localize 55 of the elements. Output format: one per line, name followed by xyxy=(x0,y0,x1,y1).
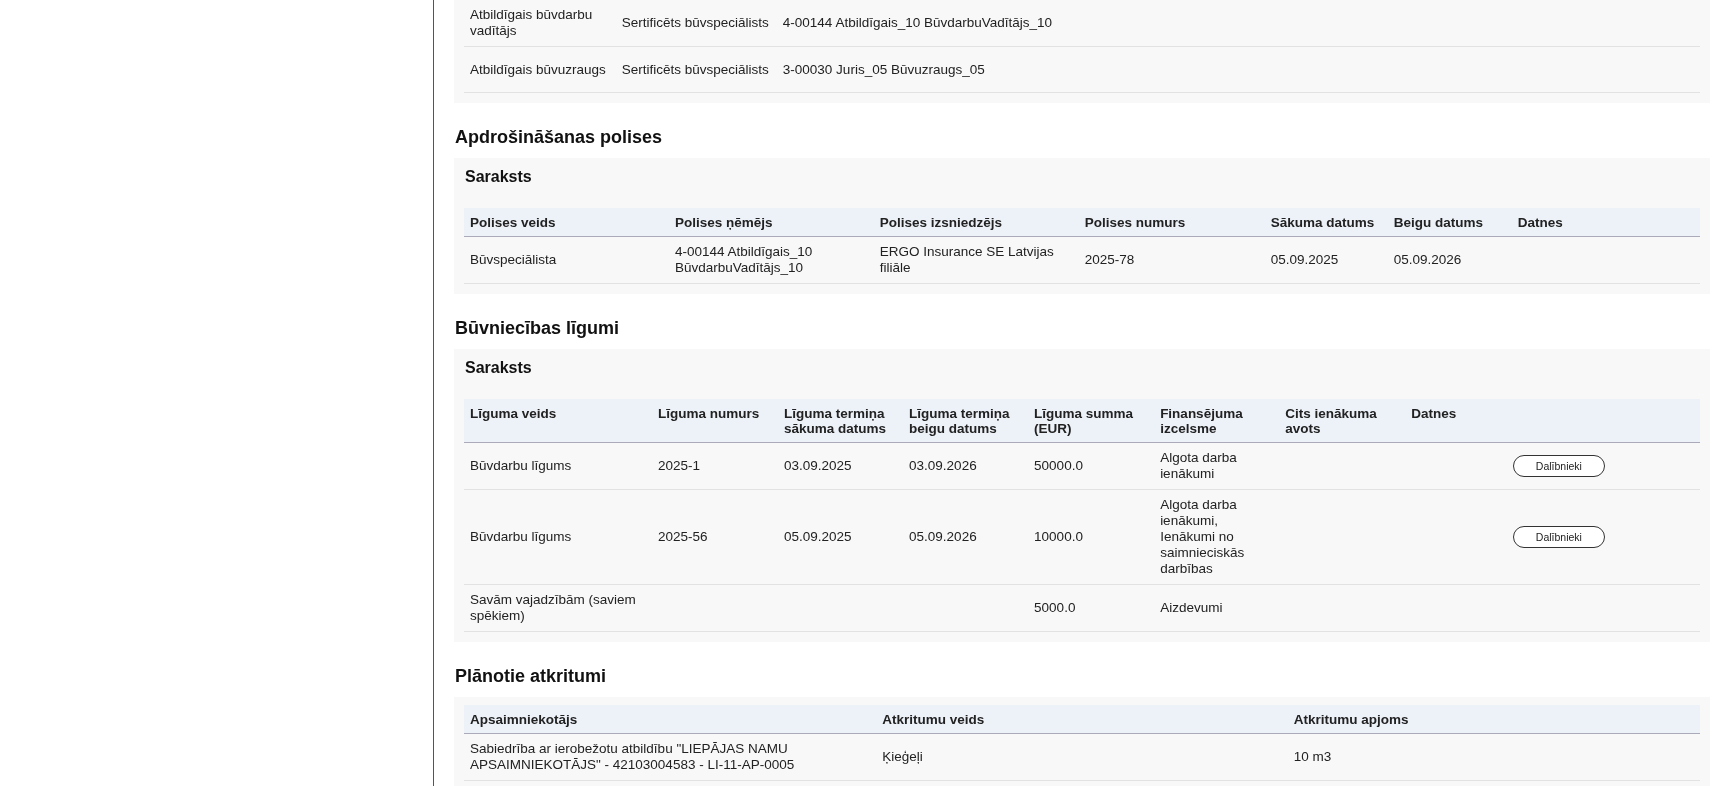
table-cell: 03.09.2025 xyxy=(784,458,852,473)
table-cell: 4-00144 Atbildīgais_10 BūvdarbuVadītājs_10 xyxy=(782,15,1053,30)
column-header: Polises izsniedzējs xyxy=(879,215,1003,230)
column-header: Līguma termiņa sākuma datums xyxy=(784,406,887,436)
table-cell: Atbildīgais būvuzraugs xyxy=(470,61,606,77)
table-cell: 05.09.2025 xyxy=(1270,252,1339,267)
table-cell: 05.09.2026 xyxy=(1393,252,1462,267)
column-header: Līguma veids xyxy=(470,406,557,421)
table-cell: 05.09.2026 xyxy=(909,529,977,544)
column-header: Atkritumu veids xyxy=(882,712,985,727)
participants-button[interactable]: Dalībnieki xyxy=(1512,526,1605,548)
table-cell: Būvdarbu līgums xyxy=(470,529,572,544)
table-cell: Aizdevumi xyxy=(1160,600,1223,615)
column-header: Beigu datums xyxy=(1393,215,1483,230)
table-cell: Ķieģeļi xyxy=(882,749,923,764)
column-header: Polises numurs xyxy=(1084,215,1186,230)
section-heading: Plānotie atkritumi xyxy=(454,665,608,688)
column-header: Cits ienākuma avots xyxy=(1285,406,1377,436)
column-header: Polises ņēmējs xyxy=(674,215,773,230)
table-cell: 50000.0 xyxy=(1034,458,1083,473)
table-cell: 2025-78 xyxy=(1084,252,1135,267)
table-cell: Atbildīgais būvdarbu vadītājs xyxy=(470,7,593,38)
participants-button[interactable]: Dalībnieki xyxy=(1512,455,1605,477)
table-cell: 3-00030 Juris_05 Būvuzraugs_05 xyxy=(782,61,985,77)
table-cell: 2025-1 xyxy=(658,458,701,473)
table-cell: 10 m3 xyxy=(1293,749,1332,764)
column-header: Polises veids xyxy=(470,215,556,230)
table-cell: 2025-56 xyxy=(658,529,708,544)
table-cell: Būvdarbu līgums xyxy=(470,458,572,473)
section-heading: Būvniecības līgumi xyxy=(454,317,621,340)
table-cell: Sabiedrība ar ierobežotu atbildību "LIEPĀJAS NAMU APSAIMNIEKOTĀJS" - 42103004583 - LI-11-AP-0005 xyxy=(470,741,795,772)
section-heading: Apdrošināšanas polises xyxy=(454,126,664,149)
table-cell: Būvspeciālista xyxy=(470,252,557,267)
table-cell: 4-00144 Atbildīgais_10 BūvdarbuVadītājs_10 xyxy=(674,244,813,275)
column-header: Finansējuma izcelsme xyxy=(1160,406,1243,436)
column-header: Līguma termiņa beigu datums xyxy=(909,406,1010,436)
table-cell: Algota darba ienākumi, Ienākumi no saimnieciskās darbības xyxy=(1160,497,1245,576)
column-header: Apsaimniekotājs xyxy=(470,712,578,727)
table-cell: 05.09.2025 xyxy=(784,529,852,544)
table-cell: ERGO Insurance SE Latvijas filiāle xyxy=(879,244,1054,275)
table-cell: 03.09.2026 xyxy=(909,458,977,473)
list-heading: Saraksts xyxy=(464,167,533,187)
column-header: Atkritumu apjoms xyxy=(1293,712,1409,727)
table-cell: Savām vajadzībām (saviem spēkiem) xyxy=(470,592,636,623)
column-header: Sākuma datums xyxy=(1270,215,1375,230)
table-cell: Sertificēts būvspeciālists xyxy=(621,61,769,77)
column-header: Datnes xyxy=(1411,406,1457,421)
column-header: Līguma summa (EUR) xyxy=(1034,406,1134,436)
table-cell: 5000.0 xyxy=(1034,600,1076,615)
table-cell: Algota darba ienākumi xyxy=(1160,450,1237,481)
column-header: Līguma numurs xyxy=(658,406,760,421)
table-cell: Sertificēts būvspeciālists xyxy=(621,15,769,30)
column-header: Datnes xyxy=(1517,215,1563,230)
list-heading: Saraksts xyxy=(464,358,533,378)
table-cell: 10000.0 xyxy=(1034,529,1083,544)
